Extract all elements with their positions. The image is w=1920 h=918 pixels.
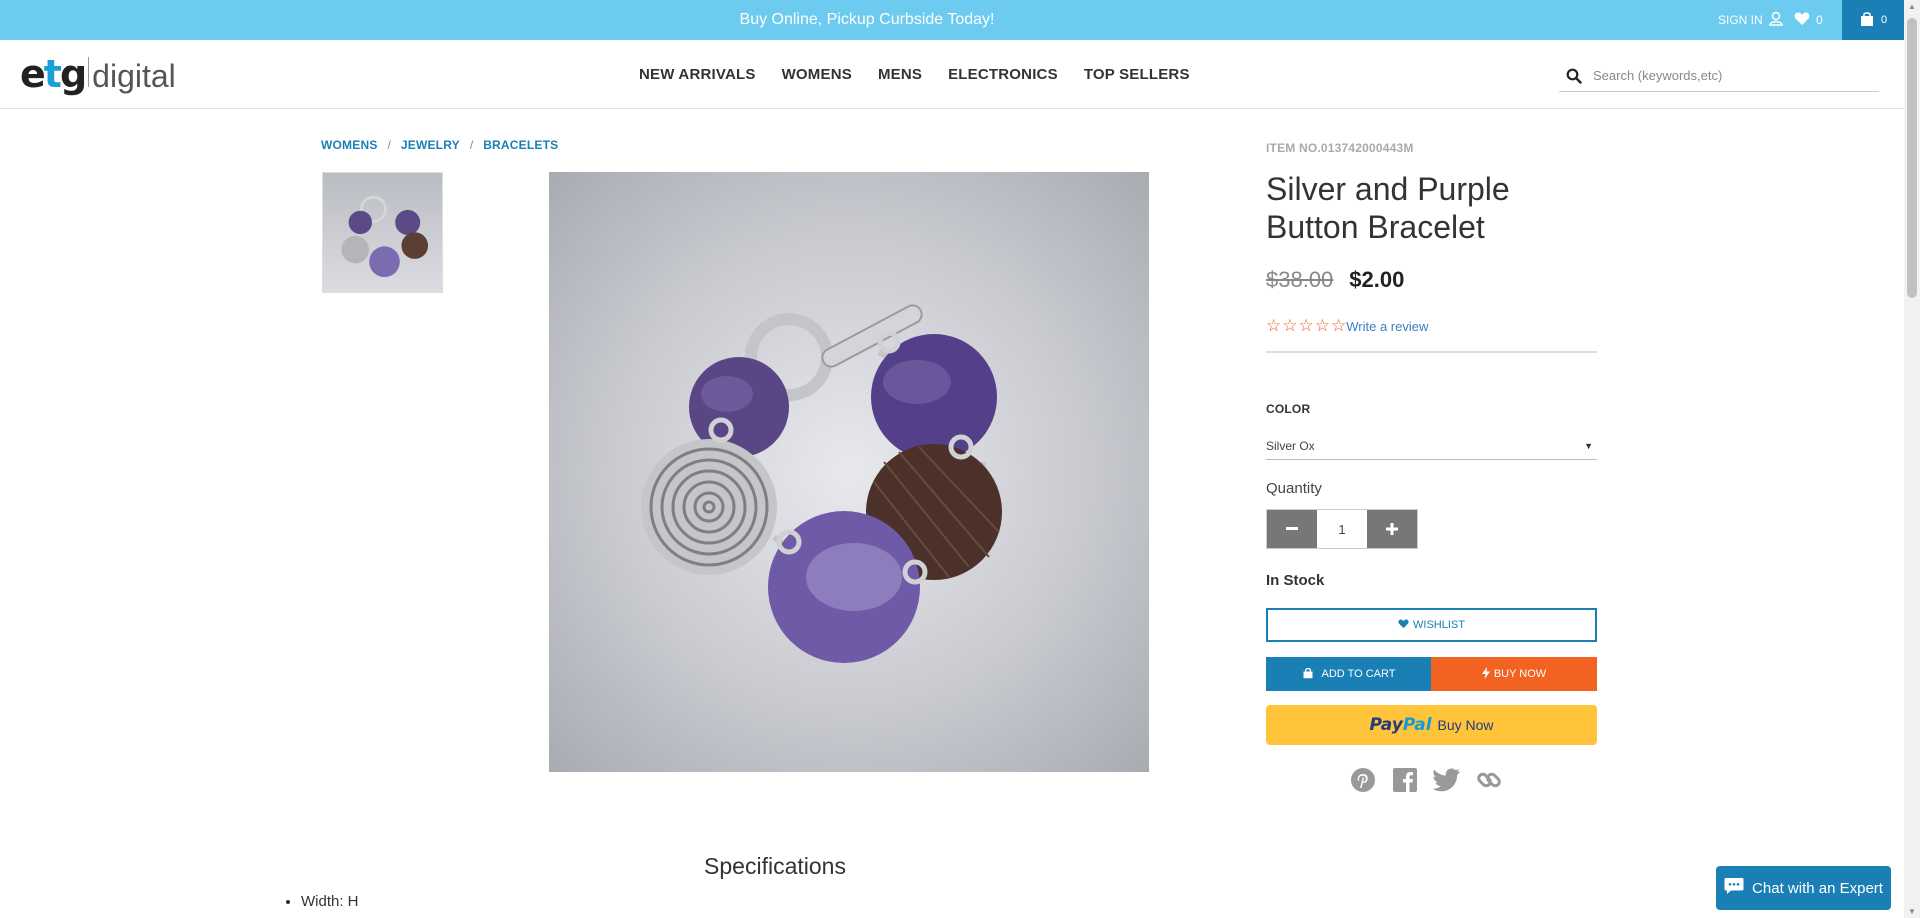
chat-with-expert-button[interactable]: Chat with an Expert	[1716, 866, 1891, 910]
quantity-decrease-button[interactable]	[1267, 510, 1317, 548]
chat-bubble-icon	[1724, 877, 1744, 899]
product-main-image[interactable]	[549, 172, 1149, 772]
item-number: ITEM NO.013742000443M	[1266, 141, 1414, 155]
search-input[interactable]	[1593, 68, 1863, 83]
details-divider	[1266, 351, 1597, 353]
original-price: $38.00	[1266, 267, 1334, 292]
stock-status: In Stock	[1266, 572, 1325, 589]
quantity-stepper	[1266, 509, 1418, 549]
quantity-input[interactable]	[1317, 510, 1367, 548]
paypal-buy-now-button[interactable]: PayPal Buy Now	[1266, 705, 1597, 745]
wishlist-header-link[interactable]: 0	[1794, 0, 1823, 40]
rating-row: ☆ ☆ ☆ ☆ ☆ Write a review	[1266, 317, 1428, 335]
product-thumbnail[interactable]	[322, 172, 443, 293]
share-icons	[1349, 766, 1503, 794]
lightning-icon	[1481, 666, 1490, 682]
logo-text: digital	[92, 58, 176, 94]
page-scrollbar[interactable]: ▲ ▼	[1904, 0, 1920, 918]
scrollbar-thumb[interactable]	[1907, 18, 1917, 298]
minus-icon	[1286, 527, 1298, 530]
paypal-button-label: Buy Now	[1437, 717, 1494, 733]
wishlist-count: 0	[1816, 13, 1823, 27]
breadcrumb-bracelets[interactable]: BRACELETS	[483, 138, 558, 152]
buy-now-button[interactable]: BUY NOW	[1431, 657, 1597, 691]
breadcrumb: WOMENS / JEWELRY / BRACELETS	[321, 138, 558, 152]
color-label: COLOR	[1266, 402, 1311, 416]
cart-count: 0	[1880, 14, 1888, 26]
heart-icon	[1794, 12, 1810, 29]
scroll-up-arrow-icon[interactable]: ▲	[1908, 2, 1916, 11]
nav-mens[interactable]: MENS	[878, 66, 922, 83]
promo-bar: Buy Online, Pickup Curbside Today! SIGN …	[0, 0, 1904, 40]
sale-price: $2.00	[1349, 267, 1405, 292]
quantity-increase-button[interactable]	[1367, 510, 1417, 548]
specifications-heading: Specifications	[704, 853, 846, 879]
product-title: Silver and Purple Button Bracelet	[1266, 171, 1510, 245]
nav-womens[interactable]: WOMENS	[782, 66, 852, 83]
site-header: etg digital NEW ARRIVALS WOMENS MENS ELE…	[0, 40, 1904, 109]
star-empty-icon: ☆	[1314, 316, 1330, 335]
facebook-icon[interactable]	[1391, 766, 1419, 794]
specifications-list: Width: H	[301, 893, 359, 910]
site-logo[interactable]: etg digital	[20, 52, 176, 98]
add-to-cart-label: ADD TO CART	[1321, 668, 1396, 680]
nav-new-arrivals[interactable]: NEW ARRIVALS	[639, 66, 756, 83]
breadcrumb-jewelry[interactable]: JEWELRY	[401, 138, 460, 152]
write-review-link[interactable]: Write a review	[1346, 319, 1428, 334]
chat-label: Chat with an Expert	[1752, 879, 1883, 897]
heart-icon	[1398, 619, 1409, 632]
shopping-bag-icon	[1859, 11, 1875, 30]
wishlist-button-label: WISHLIST	[1413, 619, 1465, 631]
cart-header-button[interactable]: 0	[1842, 0, 1904, 40]
paypal-logo: PayPal	[1369, 715, 1432, 735]
main-nav: NEW ARRIVALS WOMENS MENS ELECTRONICS TOP…	[639, 40, 1190, 109]
plus-icon	[1386, 523, 1398, 535]
star-rating[interactable]: ☆ ☆ ☆ ☆ ☆	[1266, 317, 1346, 335]
quantity-label: Quantity	[1266, 480, 1322, 497]
star-empty-icon: ☆	[1298, 316, 1314, 335]
lock-bag-icon	[1302, 667, 1314, 682]
scroll-down-arrow-icon[interactable]: ▼	[1908, 907, 1916, 916]
star-empty-icon: ☆	[1266, 316, 1282, 335]
pinterest-icon[interactable]	[1349, 766, 1377, 794]
color-select[interactable]: Silver Ox ▼	[1266, 432, 1597, 460]
caret-down-icon: ▼	[1584, 440, 1593, 451]
sign-in-label: SIGN IN	[1718, 13, 1763, 27]
sign-in-link[interactable]: SIGN IN	[1718, 0, 1783, 40]
link-icon[interactable]	[1475, 766, 1503, 794]
search-bar	[1559, 60, 1879, 92]
star-empty-icon: ☆	[1331, 316, 1347, 335]
color-selected-value: Silver Ox	[1266, 438, 1315, 453]
wishlist-button[interactable]: WISHLIST	[1266, 608, 1597, 642]
buy-now-label: BUY NOW	[1493, 668, 1547, 680]
breadcrumb-separator: /	[469, 138, 474, 152]
breadcrumb-womens[interactable]: WOMENS	[321, 138, 378, 152]
nav-electronics[interactable]: ELECTRONICS	[948, 66, 1058, 83]
twitter-icon[interactable]	[1433, 766, 1461, 794]
add-to-cart-button[interactable]: ADD TO CART	[1266, 657, 1431, 691]
logo-divider	[88, 57, 90, 87]
user-icon	[1768, 11, 1783, 29]
price-row: $38.00 $2.00	[1266, 267, 1404, 293]
logo-mark: etg	[20, 52, 87, 96]
spec-item: Width: H	[301, 893, 359, 910]
promo-text: Buy Online, Pickup Curbside Today!	[739, 11, 995, 28]
breadcrumb-separator: /	[387, 138, 391, 152]
search-icon[interactable]	[1563, 68, 1585, 84]
star-empty-icon: ☆	[1282, 316, 1298, 335]
nav-top-sellers[interactable]: TOP SELLERS	[1084, 66, 1190, 83]
